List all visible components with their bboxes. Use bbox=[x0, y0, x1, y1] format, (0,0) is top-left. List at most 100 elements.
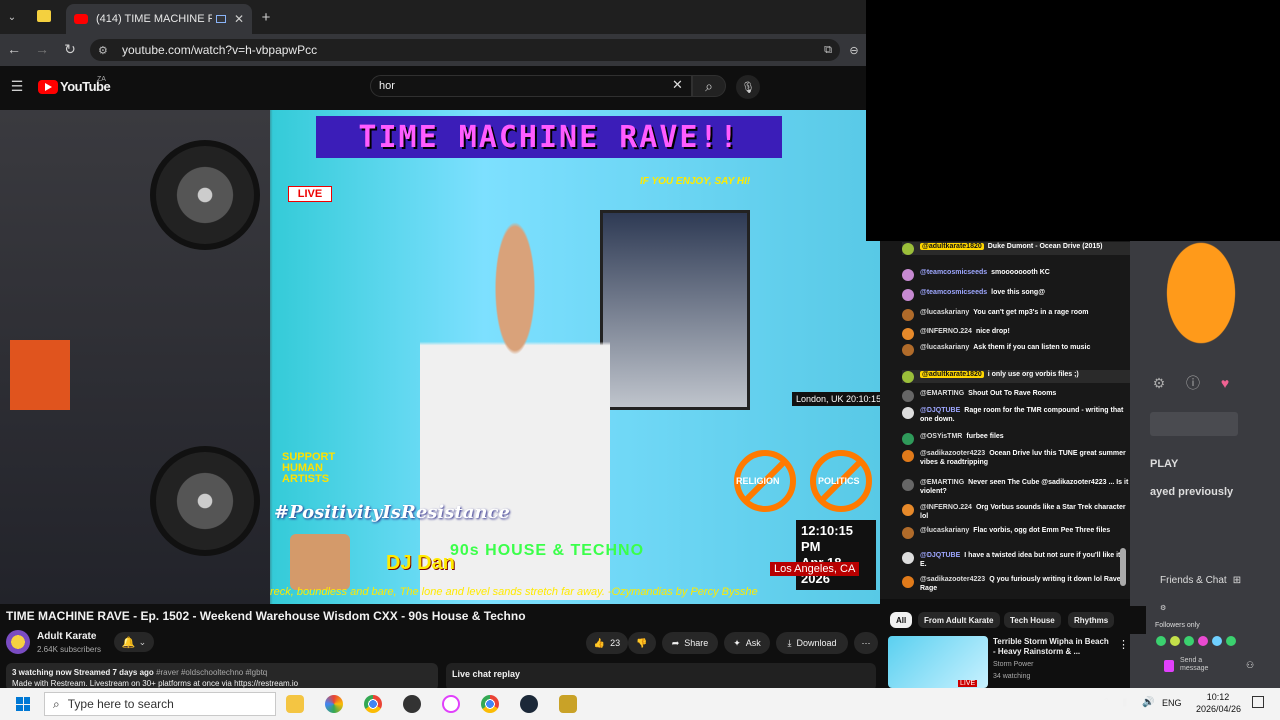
chat-message[interactable]: @OSYisTMR furbee files bbox=[902, 432, 1130, 445]
new-tab-button[interactable]: + bbox=[258, 8, 274, 26]
search-button[interactable]: ⌕ bbox=[692, 75, 726, 97]
chat-avatar[interactable] bbox=[902, 269, 914, 281]
reload-icon[interactable]: ↻ bbox=[62, 41, 78, 57]
chat-avatar[interactable] bbox=[902, 407, 914, 419]
chrome-icon-2[interactable] bbox=[481, 695, 499, 713]
chat-author[interactable]: @adultkarate1820 bbox=[920, 371, 984, 378]
send-message-input[interactable]: Send a message bbox=[1180, 657, 1220, 673]
chat-message[interactable]: @DJQTUBE I have a twisted idea but not su… bbox=[902, 551, 1130, 569]
chat-avatar[interactable] bbox=[902, 328, 914, 340]
chip-rhythms[interactable]: Rhythms bbox=[1068, 612, 1115, 628]
site-info-icon[interactable]: ⚙ bbox=[98, 44, 112, 57]
chat-message[interactable]: @sadikazooter4223 Q you furiously writing… bbox=[902, 575, 1130, 593]
chat-avatar[interactable] bbox=[902, 479, 914, 491]
channel-name[interactable]: Adult Karate bbox=[37, 631, 96, 642]
chat-message[interactable]: @lucaskariany You can't get mp3's in a ra… bbox=[902, 308, 1130, 321]
browser-tab-active[interactable]: (414) TIME MACHINE RAVE ✕ bbox=[66, 4, 252, 34]
clear-search-icon[interactable]: ✕ bbox=[672, 77, 683, 93]
folder-tab-icon[interactable] bbox=[37, 10, 51, 22]
more-actions-button[interactable]: ⋯ bbox=[854, 632, 878, 654]
info-icon[interactable]: ⓘ bbox=[1184, 374, 1202, 392]
chat-message[interactable]: @EMARTING Never seen The Cube @sadikazoot… bbox=[902, 478, 1130, 496]
emote-icon[interactable] bbox=[1212, 636, 1222, 646]
chat-author[interactable]: @INFERNO.224 bbox=[920, 504, 972, 511]
chat-author[interactable]: @DJQTUBE bbox=[920, 407, 960, 414]
chat-avatar[interactable] bbox=[902, 450, 914, 462]
install-app-icon[interactable]: ⧉ bbox=[820, 42, 836, 58]
app-icon-2[interactable] bbox=[559, 695, 577, 713]
photos-icon[interactable] bbox=[325, 695, 343, 713]
channel-avatar[interactable] bbox=[6, 630, 30, 654]
emote-icon[interactable] bbox=[1184, 636, 1194, 646]
chat-scrollbar[interactable] bbox=[1120, 548, 1126, 586]
chat-avatar[interactable] bbox=[902, 289, 914, 301]
emote-icon[interactable] bbox=[1170, 636, 1180, 646]
tray-speaker-icon[interactable]: 🔊 bbox=[1142, 697, 1154, 708]
chat-message[interactable]: @teamcosmicseeds smoooooooth KC bbox=[902, 268, 1130, 281]
chat-message[interactable]: @DJQTUBE Rage room for the TMR compound -… bbox=[902, 406, 1130, 424]
steam-icon[interactable] bbox=[520, 695, 538, 713]
share-button[interactable]: ➦ Share bbox=[662, 632, 718, 654]
chat-author[interactable]: @adultkarate1820 bbox=[920, 243, 984, 250]
heart-icon[interactable]: ♥ bbox=[1216, 374, 1234, 392]
windows-start-icon[interactable] bbox=[16, 697, 30, 711]
tab-list-chevron-icon[interactable]: ⌄ bbox=[4, 8, 20, 26]
chat-avatar[interactable] bbox=[902, 433, 914, 445]
description-box[interactable]: 3 watching now Streamed 7 days ago #rave… bbox=[6, 663, 438, 691]
chat-author[interactable]: @DJQTUBE bbox=[920, 552, 960, 559]
chip-tech-house[interactable]: Tech House bbox=[1004, 612, 1061, 628]
address-bar[interactable]: ⚙ youtube.com/watch?v=h-vbpapwPcc bbox=[90, 39, 840, 61]
taskbar-search-box[interactable]: ⌕ Type here to search bbox=[44, 692, 276, 716]
chat-author[interactable]: @lucaskariany bbox=[920, 309, 969, 316]
voice-search-button[interactable]: 🎙 bbox=[736, 75, 760, 99]
forward-arrow-icon[interactable]: → bbox=[34, 41, 50, 57]
chat-author[interactable]: @teamcosmicseeds bbox=[920, 289, 987, 296]
chat-author[interactable]: @sadikazooter4223 bbox=[920, 576, 985, 583]
chat-message[interactable]: @INFERNO.224 Org Vorbus sounds like a Sta… bbox=[902, 503, 1130, 521]
chat-message[interactable]: @lucaskariany Ask them if you can listen … bbox=[902, 343, 1130, 356]
app-icon[interactable] bbox=[442, 695, 460, 713]
chat-avatar[interactable] bbox=[902, 243, 914, 255]
obs-icon[interactable] bbox=[403, 695, 421, 713]
chat-message[interactable]: @EMARTING Shout Out To Rave Rooms bbox=[902, 389, 1130, 402]
youtube-logo-icon[interactable] bbox=[38, 80, 58, 94]
more-vertical-icon[interactable]: ⋮ bbox=[1118, 638, 1129, 651]
chat-avatar[interactable] bbox=[902, 576, 914, 588]
chat-author[interactable]: @lucaskariany bbox=[920, 527, 969, 534]
recommended-channel[interactable]: Storm Power bbox=[993, 661, 1033, 668]
chip-all[interactable]: All bbox=[890, 612, 913, 628]
chat-author[interactable]: @sadikazooter4223 bbox=[920, 450, 985, 457]
chat-message[interactable]: @lucaskariany Flac vorbis, ogg dot Emm Pe… bbox=[902, 526, 1130, 539]
emote-icon[interactable] bbox=[1156, 636, 1166, 646]
download-button[interactable]: ⤓ Download bbox=[776, 632, 848, 654]
live-chat-replay-toggle[interactable]: Live chat replay bbox=[446, 663, 876, 691]
notification-bell-button[interactable]: 🔔 ⌄ bbox=[114, 632, 154, 652]
chat-avatar[interactable] bbox=[902, 552, 914, 564]
chat-avatar[interactable] bbox=[902, 371, 914, 383]
chat-message[interactable]: @adultkarate1820 i only use org vorbis fi… bbox=[902, 370, 1130, 383]
tray-clock[interactable]: 10:12 2026/04/26 bbox=[1196, 691, 1241, 715]
emote-icon[interactable] bbox=[1198, 636, 1208, 646]
tab-close-icon[interactable]: ✕ bbox=[234, 12, 244, 26]
tray-usb-icon[interactable]: ▮ bbox=[1122, 697, 1128, 708]
chat-author[interactable]: @lucaskariany bbox=[920, 344, 969, 351]
dislike-button[interactable]: 👎 bbox=[628, 632, 656, 654]
tray-chevron-up-icon[interactable]: ⌃ bbox=[1102, 697, 1110, 708]
chrome-icon[interactable] bbox=[364, 695, 382, 713]
chat-message[interactable]: @sadikazooter4223 Ocean Drive luv this TU… bbox=[902, 449, 1130, 467]
file-explorer-icon[interactable] bbox=[286, 695, 304, 713]
chat-avatar[interactable] bbox=[902, 309, 914, 321]
chat-author[interactable]: @OSYisTMR bbox=[920, 433, 962, 440]
chip-from-adult-karate[interactable]: From Adult Karate bbox=[918, 612, 1000, 628]
back-arrow-icon[interactable]: ← bbox=[6, 41, 22, 57]
recommended-video-title[interactable]: Terrible Storm Wipha in Beach - Heavy Ra… bbox=[993, 637, 1113, 657]
chat-message[interactable]: @adultkarate1820 Duke Dumont - Ocean Driv… bbox=[902, 242, 1130, 255]
menu-hamburger-icon[interactable]: ☰ bbox=[9, 78, 25, 94]
chat-avatar[interactable] bbox=[902, 504, 914, 516]
friends-chat-button[interactable]: Friends & Chat ⊞ bbox=[1160, 571, 1260, 589]
chat-avatar[interactable] bbox=[902, 390, 914, 402]
settings-gear-icon[interactable]: ⚙ bbox=[1150, 374, 1168, 392]
chat-author[interactable]: @INFERNO.224 bbox=[920, 328, 972, 335]
chat-message[interactable]: @teamcosmicseeds love this song@ bbox=[902, 288, 1130, 301]
chat-avatar[interactable] bbox=[902, 344, 914, 356]
